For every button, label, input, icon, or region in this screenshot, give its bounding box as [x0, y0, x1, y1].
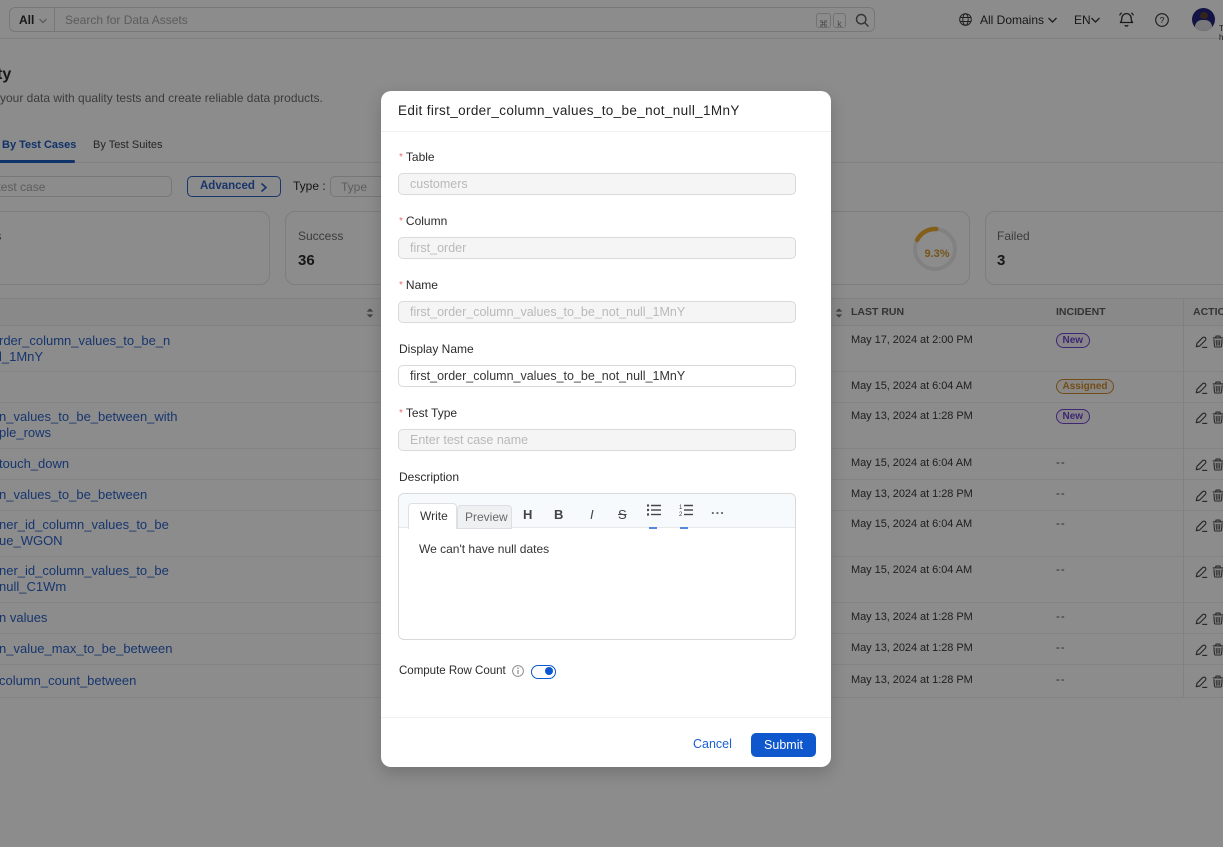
- svg-text:1: 1: [679, 505, 683, 511]
- svg-text:2: 2: [679, 512, 683, 516]
